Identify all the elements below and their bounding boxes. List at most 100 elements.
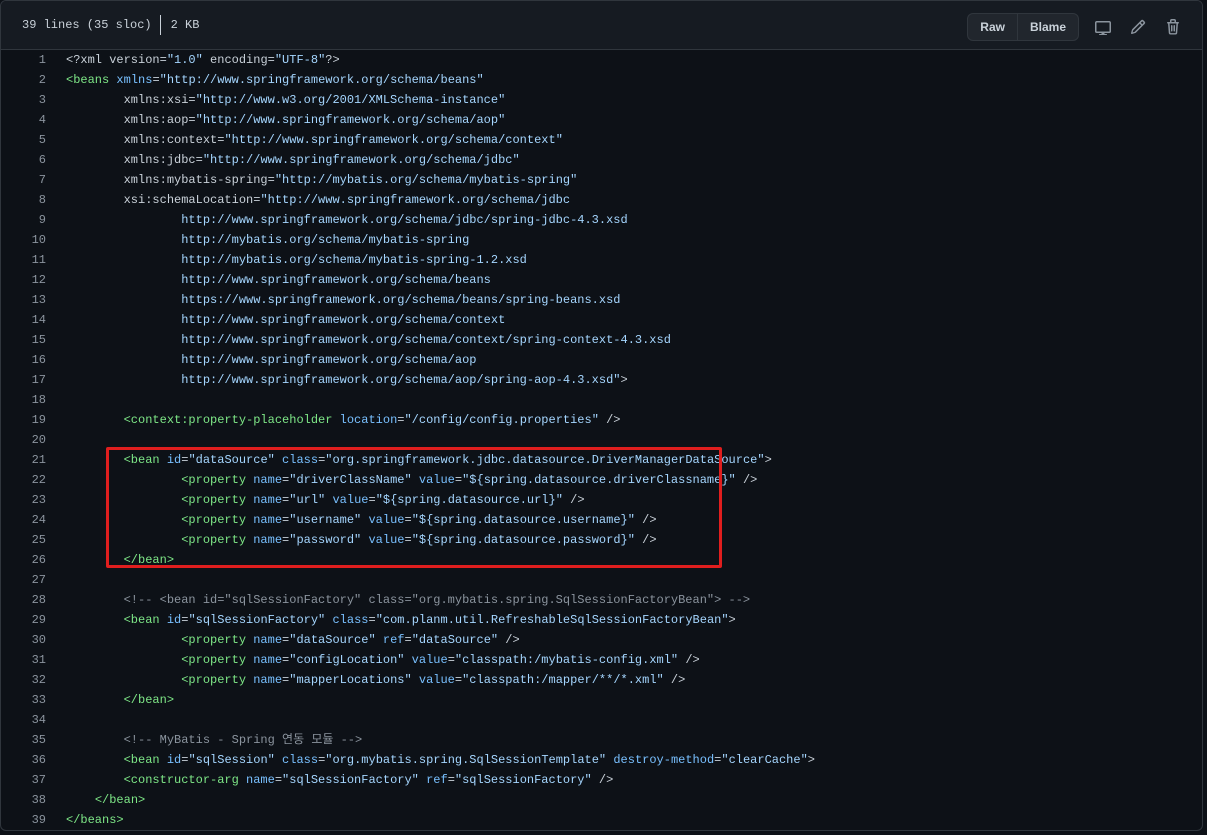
line-number[interactable]: 17 — [1, 370, 66, 390]
code-token: id — [159, 453, 182, 467]
code-line: 2 <beans xmlns="http://www.springframewor… — [1, 70, 1202, 90]
blame-button[interactable]: Blame — [1016, 14, 1078, 40]
edit-file-button[interactable] — [1125, 14, 1151, 40]
line-number[interactable]: 31 — [1, 650, 66, 670]
line-number[interactable]: 10 — [1, 230, 66, 250]
line-content: http://mybatis.org/schema/mybatis-spring… — [66, 250, 527, 270]
line-number[interactable]: 27 — [1, 570, 66, 590]
line-number[interactable]: 32 — [1, 670, 66, 690]
code-token: > — [764, 453, 772, 467]
code-token: "http://www.springframework.org/schema/a… — [195, 113, 506, 127]
line-content: <property name="username" value="${sprin… — [66, 510, 656, 530]
code-token: "${spring.datasource.username}" — [411, 513, 635, 527]
line-content: </bean> — [66, 550, 174, 570]
line-number[interactable]: 38 — [1, 790, 66, 810]
code-token: "dataSource" — [188, 453, 275, 467]
line-number[interactable]: 22 — [1, 470, 66, 490]
line-number[interactable]: 34 — [1, 710, 66, 730]
line-number[interactable]: 21 — [1, 450, 66, 470]
code-token: > — [807, 753, 815, 767]
code-token: /> — [735, 473, 758, 487]
raw-button[interactable]: Raw — [968, 14, 1017, 40]
line-number[interactable]: 11 — [1, 250, 66, 270]
line-number[interactable]: 8 — [1, 190, 66, 210]
code-token: "sqlSessionFactory" — [188, 613, 326, 627]
line-number[interactable]: 23 — [1, 490, 66, 510]
code-line: 30 <property name="dataSource" ref="data… — [1, 630, 1202, 650]
line-number[interactable]: 5 — [1, 130, 66, 150]
line-number[interactable]: 13 — [1, 290, 66, 310]
code-line: 15 http://www.springframework.org/schema… — [1, 330, 1202, 350]
code-token: name — [246, 533, 283, 547]
line-number[interactable]: 25 — [1, 530, 66, 550]
code-token: id — [159, 753, 182, 767]
code-token: "sqlSessionFactory" — [454, 773, 592, 787]
code-line: 10 http://mybatis.org/schema/mybatis-spr… — [1, 230, 1202, 250]
code-token: xmlns:aop= — [66, 113, 196, 127]
code-line: 25 <property name="password" value="${sp… — [1, 530, 1202, 550]
code-token: http://www.springframework.org/schema/co… — [66, 333, 671, 347]
delete-file-button[interactable] — [1160, 14, 1186, 40]
code-token: "${spring.datasource.driverClassname}" — [462, 473, 736, 487]
line-number[interactable]: 39 — [1, 810, 66, 830]
code-token: /> — [678, 653, 700, 667]
line-number[interactable]: 33 — [1, 690, 66, 710]
code-token: = — [454, 473, 463, 487]
line-content: <property name="configLocation" value="c… — [66, 650, 700, 670]
line-number[interactable]: 36 — [1, 750, 66, 770]
line-content: http://www.springframework.org/schema/jd… — [66, 210, 627, 230]
code-line: 26 </bean> — [1, 550, 1202, 570]
code-line: 35 <!-- MyBatis - Spring 연동 모듈 --> — [1, 730, 1202, 750]
line-number[interactable]: 7 — [1, 170, 66, 190]
code-line: 21 <bean id="dataSource" class="org.spri… — [1, 450, 1202, 470]
trash-icon — [1167, 19, 1179, 35]
line-number[interactable]: 30 — [1, 630, 66, 650]
line-number[interactable]: 18 — [1, 390, 66, 410]
line-number[interactable]: 14 — [1, 310, 66, 330]
code-token: value — [325, 493, 369, 507]
file-header: 39 lines (35 sloc) 2 KB Raw Blame — [1, 1, 1202, 50]
code-token: "http://mybatis.org/schema/mybatis-sprin… — [274, 173, 578, 187]
line-number[interactable]: 19 — [1, 410, 66, 430]
line-number[interactable]: 37 — [1, 770, 66, 790]
line-number[interactable]: 15 — [1, 330, 66, 350]
line-number[interactable]: 1 — [1, 50, 66, 70]
line-number[interactable]: 29 — [1, 610, 66, 630]
line-number[interactable]: 4 — [1, 110, 66, 130]
line-number[interactable]: 26 — [1, 550, 66, 570]
code-line: 17 http://www.springframework.org/schema… — [1, 370, 1202, 390]
code-token: http://www.springframework.org/schema/ao… — [66, 353, 477, 367]
code-token: <bean — [123, 613, 160, 627]
line-number[interactable]: 2 — [1, 70, 66, 90]
line-content: <property name="url" value="${spring.dat… — [66, 490, 584, 510]
code-token: name — [246, 673, 283, 687]
code-token: "/config/config.properties" — [404, 413, 599, 427]
line-number[interactable]: 9 — [1, 210, 66, 230]
line-number[interactable]: 6 — [1, 150, 66, 170]
line-number[interactable]: 16 — [1, 350, 66, 370]
line-number[interactable]: 12 — [1, 270, 66, 290]
display-source-button[interactable] — [1090, 14, 1116, 40]
code-token: https://www.springframework.org/schema/b… — [66, 293, 621, 307]
code-token: value — [404, 653, 448, 667]
code-token: = — [368, 493, 376, 507]
line-number[interactable]: 20 — [1, 430, 66, 450]
line-number[interactable]: 3 — [1, 90, 66, 110]
code-line: 27 — [1, 570, 1202, 590]
code-token: http://mybatis.org/schema/mybatis-spring… — [66, 253, 527, 267]
line-number[interactable]: 24 — [1, 510, 66, 530]
code-token: > — [620, 373, 628, 387]
line-number[interactable]: 28 — [1, 590, 66, 610]
code-token: id — [159, 613, 182, 627]
code-token: name — [246, 493, 283, 507]
code-view: 1 <?xml version="1.0" encoding="UTF-8"?> 2… — [1, 50, 1202, 830]
code-token: <!-- <bean id="sqlSessionFactory" class=… — [66, 593, 751, 607]
line-number[interactable]: 35 — [1, 730, 66, 750]
code-token: "dataSource" — [289, 633, 376, 647]
line-content: <property name="mapperLocations" value="… — [66, 670, 685, 690]
code-token: destroy-method — [606, 753, 715, 767]
raw-blame-group: Raw Blame — [967, 13, 1079, 41]
